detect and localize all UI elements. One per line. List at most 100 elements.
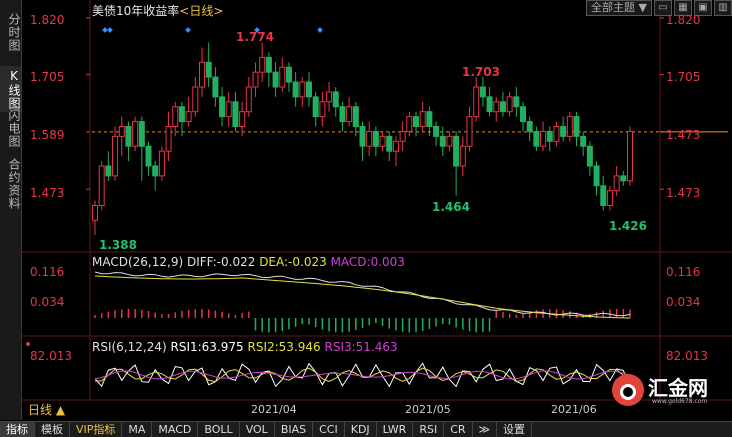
rsi-2: RSI2:53.946 [247,340,321,354]
macd-tick-right-2: 0.034 [666,295,701,309]
candle-body [332,91,339,108]
candle-body [272,71,279,88]
period-label: <日线> [179,4,224,18]
macd-header: MACD(26,12,9) DIFF:-0.022 DEA:-0.023 MAC… [92,255,405,269]
macd-label: MACD(26,12,9) [92,255,184,269]
candle-body [372,130,379,147]
indicator-tab-5[interactable]: BOLL [198,422,240,437]
candle-body [352,106,359,127]
macd-value: MACD:0.003 [330,255,405,269]
indicator-tab-13[interactable]: ≫ [473,422,498,437]
price-tick-left-2: 1.705 [30,70,65,84]
candle-body [132,121,139,147]
candle-body [225,101,232,118]
rsi-1: RSI1:63.975 [170,340,244,354]
candle-body [386,135,393,152]
indicator-tab-6[interactable]: VOL [240,422,275,437]
candle-body [326,91,333,103]
chart-title: 美债10年收益率<日线> [92,2,223,19]
event-marker-1 [107,27,113,33]
candle-body [306,81,312,98]
indicator-tab-4[interactable]: MACD [152,422,199,437]
candle-body [540,130,547,147]
candle-body [493,101,500,113]
rsi-header: RSI(6,12,24) RSI1:63.975 RSI2:53.946 RSI… [92,340,398,354]
indicator-tab-3[interactable]: MA [122,422,153,437]
candle-body [627,130,633,182]
logo-text: 汇金网 [648,376,708,400]
candle-body [399,130,406,142]
candle-body [620,175,627,182]
candle-body [526,121,533,132]
candle-body [566,116,573,137]
candle-body [319,101,326,118]
annotation-low-3: 1.426 [609,219,647,233]
indicator-tab-1[interactable]: 模板 [35,422,70,437]
indicator-tab-10[interactable]: LWR [377,422,414,437]
theme-select[interactable]: 全部主题 ▼ [586,0,652,16]
tab-contract-info[interactable]: 合约资料 [0,152,21,216]
chart-canvas[interactable] [0,0,732,420]
date-label-jun: 2021/06 [551,403,597,416]
period-toggle[interactable]: 日线 ▲ [28,401,65,418]
indicator-tab-bar: 指标 模板 VIP指标 MA MACD BOLL VOL BIAS CCI KDJ LWR RSI CR… [0,421,732,437]
candle-body [239,111,246,127]
candle-body [506,96,513,113]
candle-body [419,111,426,127]
indicator-tab-12[interactable]: CR [444,422,473,437]
candle-body [593,165,600,187]
rsi-label: RSI(6,12,24) [92,340,167,354]
date-label-may: 2021/05 [405,403,451,416]
left-tab-strip: 分时图 K线图 闪电图 合约资料 [0,0,22,420]
candle-body [553,126,560,142]
instrument-name: 美债10年收益率 [92,4,180,18]
candle-body [299,81,306,98]
candle-body [392,140,399,152]
candle-body [138,121,145,147]
candle-body [533,130,540,147]
price-tick-right-1: 1.820 [666,13,701,27]
annotation-high-2: 1.703 [462,65,500,79]
candle-body [105,165,112,177]
price-tick-left-4: 1.473 [30,186,65,200]
tab-lightning[interactable]: 闪电图 [0,100,21,156]
price-tick-right-3: 1.473 [666,128,701,142]
chart-icon[interactable]: ▥ [714,0,732,16]
candle-body [165,126,172,152]
candle-body [232,101,239,127]
indicator-tab-11[interactable]: RSI [413,422,445,437]
rsi-tick-right: 82.013 [666,349,708,363]
candle-body [600,185,607,206]
candle-body [573,116,580,137]
candle-body [453,135,460,167]
macd-tick-left-2: 0.034 [30,295,65,309]
candle-body [279,66,286,88]
tab-time-sharing[interactable]: 分时图 [0,4,21,60]
candle-body [359,126,366,147]
indicator-tab-0[interactable]: 指标 [0,422,35,437]
indicator-tab-2[interactable]: VIP指标 [70,422,123,437]
candle-body [212,76,219,98]
candle-body [486,96,493,113]
candle-body [125,126,132,147]
candle-body [178,106,185,123]
candle-body [259,56,266,73]
indicator-tab-7[interactable]: BIAS [275,422,314,437]
candle-body [560,126,567,137]
candle-body [245,86,252,113]
candle-body [426,111,433,127]
macd-tick-left-1: 0.116 [30,265,65,279]
candle-body [439,135,446,147]
brand-logo: 汇金网 www.gold678.com [612,372,730,410]
indicator-tab-9[interactable]: KDJ [345,422,377,437]
candle-body [112,135,119,177]
price-tick-right-4: 1.473 [666,186,701,200]
theme-label: 全部主题 [591,1,636,14]
event-marker-4 [317,27,323,33]
indicator-tab-8[interactable]: CCI [313,422,345,437]
chevron-down-icon: ▼ [638,1,647,14]
candle-body [580,135,587,147]
candle-body [118,126,125,137]
price-tick-left-1: 1.820 [30,13,65,27]
indicator-tab-14[interactable]: 设置 [497,422,533,437]
